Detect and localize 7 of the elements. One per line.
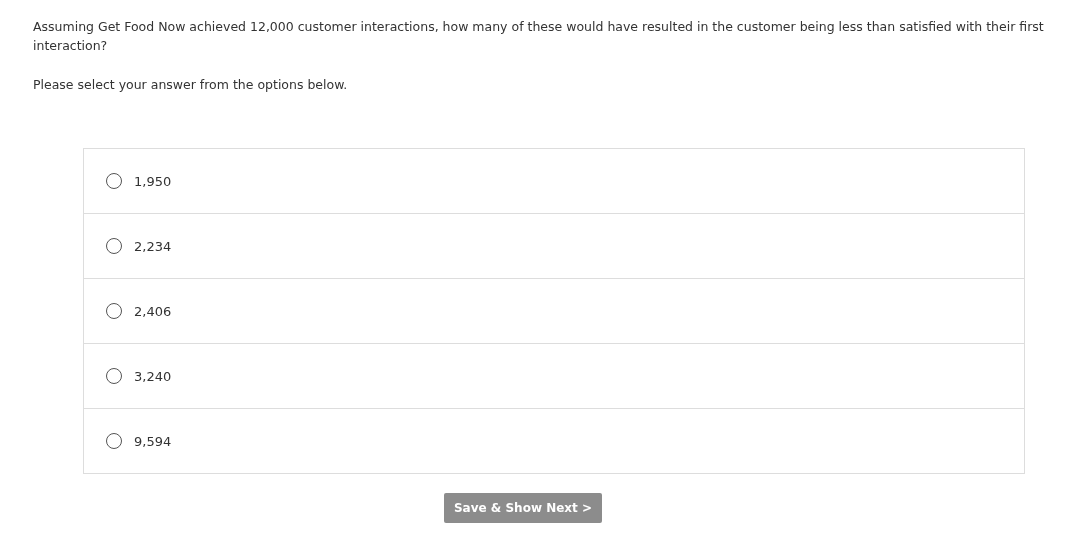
question-text: Assuming Get Food Now achieved 12,000 customer interactions, how many of these would have resulted in the customer being less than satisfied with their first interaction?: [33, 18, 1045, 55]
option-label[interactable]: 2,234: [134, 238, 172, 254]
option-label[interactable]: 9,594: [134, 433, 172, 449]
option-label[interactable]: 3,240: [134, 368, 172, 384]
instruction-text: Please select your answer from the options below.: [33, 77, 349, 92]
option-label[interactable]: 2,406: [134, 303, 172, 319]
option-label[interactable]: 1,950: [134, 173, 172, 189]
